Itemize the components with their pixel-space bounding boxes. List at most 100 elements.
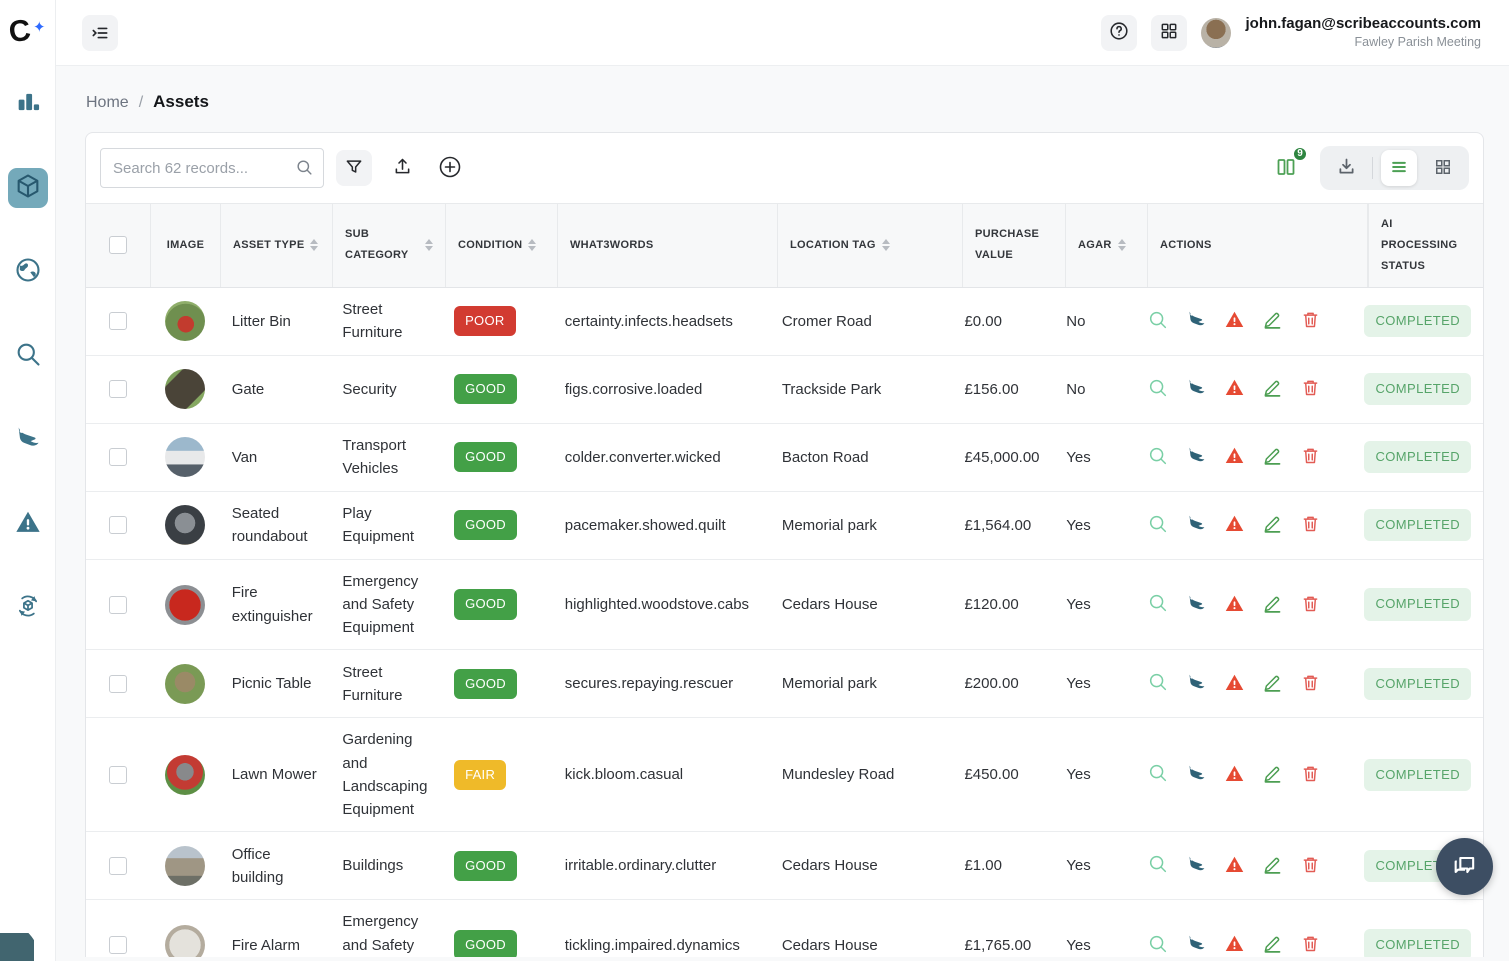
user-info[interactable]: john.fagan@scribeaccounts.com Fawley Par… [1245,14,1481,51]
edit-button[interactable] [1262,513,1283,537]
download-button[interactable] [1328,150,1364,186]
view-details-button[interactable] [1147,933,1169,957]
edit-button[interactable] [1262,672,1283,696]
view-details-button[interactable] [1147,592,1169,617]
maintenance-button[interactable] [1186,672,1207,696]
edit-pencil-icon [1262,933,1283,957]
maintenance-button[interactable] [1186,377,1207,401]
row-checkbox[interactable] [109,596,127,614]
delete-button[interactable] [1300,933,1321,957]
maintenance-button[interactable] [1186,513,1207,537]
delete-button[interactable] [1300,309,1321,333]
maintenance-button[interactable] [1186,933,1207,957]
sidebar-toggle-button[interactable] [82,15,118,51]
view-details-button[interactable] [1147,853,1169,878]
sidebar-item-issues[interactable] [8,504,48,544]
view-details-button[interactable] [1147,445,1169,470]
row-checkbox[interactable] [109,857,127,875]
apps-button[interactable] [1151,15,1187,51]
avatar[interactable] [1201,18,1231,48]
maintenance-button[interactable] [1186,593,1207,617]
asset-thumbnail[interactable] [165,585,205,625]
maintenance-button[interactable] [1186,763,1207,787]
sort-condition[interactable] [528,239,536,251]
row-checkbox[interactable] [109,766,127,784]
sidebar-item-ai-processing[interactable] [8,588,48,628]
report-issue-button[interactable] [1224,593,1245,617]
edit-button[interactable] [1262,445,1283,469]
filter-button[interactable] [336,150,372,186]
breadcrumb-home-link[interactable]: Home [86,94,129,112]
help-button[interactable] [1101,15,1137,51]
asset-thumbnail[interactable] [165,369,205,409]
what3words-value: certainty.infects.headsets [565,313,733,330]
row-checkbox[interactable] [109,312,127,330]
sub-category-value: Street Furniture [342,664,402,704]
grid-view-button[interactable] [1425,150,1461,186]
edit-button[interactable] [1262,593,1283,617]
report-issue-button[interactable] [1224,854,1245,878]
add-asset-button[interactable] [432,150,468,186]
maintenance-button[interactable] [1186,854,1207,878]
row-checkbox[interactable] [109,380,127,398]
delete-button[interactable] [1300,445,1321,469]
delete-button[interactable] [1300,377,1321,401]
report-issue-button[interactable] [1224,933,1245,957]
asset-thumbnail[interactable] [165,846,205,886]
report-issue-button[interactable] [1224,445,1245,469]
asset-thumbnail[interactable] [165,755,205,795]
chat-button[interactable] [1436,838,1493,895]
delete-button[interactable] [1300,854,1321,878]
sort-asset-type[interactable] [310,239,318,251]
view-details-button[interactable] [1147,377,1169,402]
edit-button[interactable] [1262,933,1283,957]
sidebar-item-map[interactable] [8,252,48,292]
asset-thumbnail[interactable] [165,301,205,341]
edit-button[interactable] [1262,763,1283,787]
delete-button[interactable] [1300,672,1321,696]
edit-button[interactable] [1262,377,1283,401]
asset-thumbnail[interactable] [165,925,205,957]
report-issue-button[interactable] [1224,377,1245,401]
sidebar-item-dashboard[interactable] [8,84,48,124]
sort-location-tag[interactable] [882,239,890,251]
view-details-button[interactable] [1147,309,1169,334]
report-issue-button[interactable] [1224,763,1245,787]
sort-sub-category[interactable] [425,239,433,251]
export-button[interactable] [384,150,420,186]
report-issue-button[interactable] [1224,513,1245,537]
asset-thumbnail[interactable] [165,505,205,545]
maintenance-button[interactable] [1186,309,1207,333]
view-details-button[interactable] [1147,671,1169,696]
delete-button[interactable] [1300,513,1321,537]
delete-button[interactable] [1300,763,1321,787]
sidebar-item-maintenance[interactable] [8,420,48,460]
corner-decoration [0,933,34,961]
row-checkbox[interactable] [109,448,127,466]
asset-thumbnail[interactable] [165,664,205,704]
asset-thumbnail[interactable] [165,437,205,477]
asset-type-value: Gate [232,381,265,398]
report-issue-button[interactable] [1224,309,1245,333]
sidebar-item-inspections[interactable] [8,336,48,376]
row-checkbox[interactable] [109,516,127,534]
row-checkbox[interactable] [109,936,127,954]
edit-button[interactable] [1262,854,1283,878]
list-view-button[interactable] [1381,150,1417,186]
manage-columns-button[interactable]: 9 [1274,155,1298,182]
maintenance-button[interactable] [1186,445,1207,469]
agar-value: Yes [1066,449,1090,466]
table-row: Fire Alarm Emergency and Safety Equipmen… [86,900,1483,957]
row-checkbox[interactable] [109,675,127,693]
report-issue-button[interactable] [1224,672,1245,696]
app-logo[interactable]: C ✦ [9,10,45,54]
view-details-button[interactable] [1147,513,1169,538]
view-details-button[interactable] [1147,762,1169,787]
select-all-checkbox[interactable] [109,236,127,254]
sidebar-item-assets[interactable] [8,168,48,208]
delete-button[interactable] [1300,593,1321,617]
cube-icon [14,172,42,205]
sort-agar[interactable] [1118,239,1126,251]
search-input[interactable] [100,148,324,188]
edit-button[interactable] [1262,309,1283,333]
